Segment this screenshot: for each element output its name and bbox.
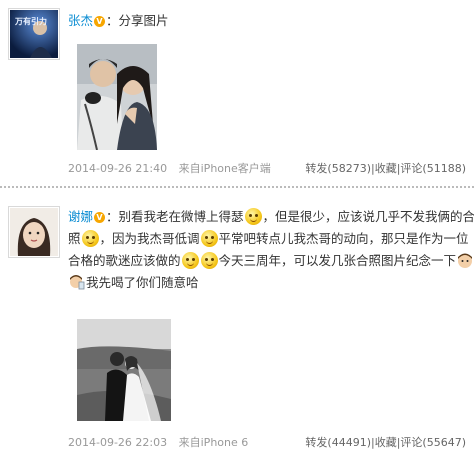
post-actions: 转发(44491)|收藏|评论(55647) [305, 434, 466, 450]
smug-face-emoji-icon [244, 208, 262, 225]
post-text-segment: 合格的歌迷应该做的 [68, 253, 181, 268]
post-text-line-3: 合格的歌迷应该做的 今天三周年，可以发几张合照图片纪念一下 [68, 250, 473, 272]
cute-face-emoji-icon [200, 252, 218, 269]
post-text-line-2: 照 ，因为我杰哥低调 平常吧转点儿我杰哥的动向，那只是作为一位 [68, 228, 469, 250]
post-meta: 2014-09-26 21:40 来自iPhone客户端 [68, 160, 271, 176]
avatar-image: 万有引力 [10, 10, 58, 58]
avatar-caption: 万有引力 [14, 16, 47, 26]
post-image-thumbnail[interactable] [77, 319, 171, 421]
favorite-button[interactable]: 收藏 [375, 162, 397, 175]
post-text-segment: ：别看我老在微博上得瑟 [106, 209, 244, 224]
shy-face-emoji-icon [200, 230, 218, 247]
drinking-kid-emoji-icon [70, 275, 85, 290]
post-time-link[interactable]: 2014-09-26 21:40 [68, 162, 167, 175]
post-text-segment: ，因为我杰哥低调 [99, 231, 200, 246]
post-image-thumbnail[interactable] [77, 44, 157, 150]
grin-face-emoji-icon [81, 230, 99, 247]
weibo-post-2: 谢娜 V ：别看我老在微博上得瑟 ，但是很少，应该说几乎不发我俩的合 照 ，因为我杰哥低… [0, 192, 474, 455]
comment-button[interactable]: 评论(51188) [400, 162, 466, 175]
post-text-segment: ，但是很少，应该说几乎不发我俩的合 [262, 209, 474, 224]
post-text-segment: 我先喝了你们随意哈 [86, 275, 199, 290]
post-text-body: ：分享图片 [106, 13, 169, 28]
post-divider [0, 186, 474, 188]
weibo-post-1: 万有引力 张杰 V ：分享图片 2014-09-26 21:40 来自iPhone客… [0, 0, 474, 180]
repost-button[interactable]: 转发(58273) [305, 162, 371, 175]
post-text-segment: 照 [68, 231, 81, 246]
post-text-line-1: 谢娜 V ：别看我老在微博上得瑟 ，但是很少，应该说几乎不发我俩的合 [68, 206, 474, 228]
verified-badge-icon: V [94, 212, 106, 223]
post-text-segment: 今天三周年，可以发几张合照图片纪念一下 [218, 253, 457, 268]
verified-badge-icon: V [94, 16, 106, 27]
post-text-segment: 平常吧转点儿我杰哥的动向，那只是作为一位 [218, 231, 469, 246]
dizzy-face-emoji-icon [181, 252, 199, 269]
repost-button[interactable]: 转发(44491) [305, 436, 371, 449]
favorite-button[interactable]: 收藏 [375, 436, 397, 449]
post-actions: 转发(58273)|收藏|评论(51188) [305, 160, 466, 176]
post-time-link[interactable]: 2014-09-26 22:03 [68, 436, 167, 449]
post-source[interactable]: 来自iPhone客户端 [179, 162, 271, 175]
post-text: 张杰 V ：分享图片 [68, 10, 466, 32]
avatar[interactable] [8, 206, 60, 258]
post-meta: 2014-09-26 22:03 来自iPhone 6 [68, 434, 248, 450]
avatar[interactable]: 万有引力 [8, 8, 60, 60]
kid-emoji-icon [458, 253, 473, 268]
avatar-image [10, 208, 58, 256]
author-name-link[interactable]: 张杰 [68, 13, 93, 28]
post-text-line-4: 我先喝了你们随意哈 [68, 272, 466, 294]
author-name-link[interactable]: 谢娜 [68, 209, 93, 224]
post-source[interactable]: 来自iPhone 6 [179, 436, 249, 449]
comment-button[interactable]: 评论(55647) [400, 436, 466, 449]
